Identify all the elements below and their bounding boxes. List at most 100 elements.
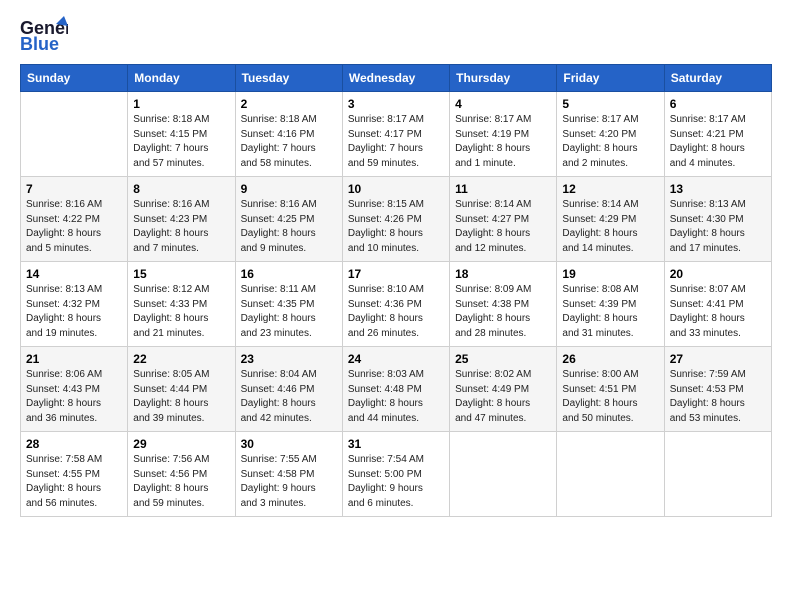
calendar-day-header: Wednesday [342,65,449,92]
day-info: Sunrise: 8:14 AM Sunset: 4:29 PM Dayligh… [562,198,658,256]
calendar-day-cell: 13Sunrise: 8:13 AM Sunset: 4:30 PM Dayli… [664,177,771,262]
calendar-week-row: 21Sunrise: 8:06 AM Sunset: 4:43 PM Dayli… [21,347,772,432]
day-number: 16 [241,267,337,281]
day-info: Sunrise: 8:12 AM Sunset: 4:33 PM Dayligh… [133,283,229,341]
day-number: 26 [562,352,658,366]
calendar-day-cell: 2 Sunrise: 8:18 AM Sunset: 4:16 PM Daylig… [235,92,342,177]
calendar-day-cell: 16Sunrise: 8:11 AM Sunset: 4:35 PM Dayli… [235,262,342,347]
day-number: 2 [241,97,337,111]
day-number: 14 [26,267,122,281]
day-info: Sunrise: 8:00 AM Sunset: 4:51 PM Dayligh… [562,368,658,426]
calendar-day-cell: 30Sunrise: 7:55 AM Sunset: 4:58 PM Dayli… [235,432,342,517]
day-info: Sunrise: 8:04 AM Sunset: 4:46 PM Dayligh… [241,368,337,426]
day-number: 17 [348,267,444,281]
calendar-header-row: SundayMondayTuesdayWednesdayThursdayFrid… [21,65,772,92]
calendar-day-cell: 22 Sunrise: 8:05 AM Sunset: 4:44 PM Dayli… [128,347,235,432]
calendar-day-cell: 31Sunrise: 7:54 AM Sunset: 5:00 PM Dayli… [342,432,449,517]
calendar-day-header: Friday [557,65,664,92]
calendar-day-cell: 18Sunrise: 8:09 AM Sunset: 4:38 PM Dayli… [450,262,557,347]
calendar-day-cell: 1 Sunrise: 8:18 AM Sunset: 4:15 PM Daylig… [128,92,235,177]
day-info: Sunrise: 8:16 AM Sunset: 4:25 PM Dayligh… [241,198,337,256]
calendar-week-row: 14 Sunrise: 8:13 AM Sunset: 4:32 PM Dayli… [21,262,772,347]
day-number: 11 [455,182,551,196]
day-number: 6 [670,97,766,111]
calendar-day-cell: 29Sunrise: 7:56 AM Sunset: 4:56 PM Dayli… [128,432,235,517]
calendar-day-header: Saturday [664,65,771,92]
calendar-table: SundayMondayTuesdayWednesdayThursdayFrid… [20,64,772,517]
calendar-day-cell: 4Sunrise: 8:17 AM Sunset: 4:19 PM Daylig… [450,92,557,177]
calendar-day-cell: 14 Sunrise: 8:13 AM Sunset: 4:32 PM Dayli… [21,262,128,347]
calendar-day-header: Tuesday [235,65,342,92]
day-number: 15 [133,267,229,281]
calendar-day-cell [664,432,771,517]
calendar-day-cell: 5Sunrise: 8:17 AM Sunset: 4:20 PM Daylig… [557,92,664,177]
calendar-day-cell: 23 Sunrise: 8:04 AM Sunset: 4:46 PM Dayli… [235,347,342,432]
calendar-day-cell [21,92,128,177]
day-info: Sunrise: 8:17 AM Sunset: 4:17 PM Dayligh… [348,113,444,171]
calendar-day-header: Thursday [450,65,557,92]
day-number: 24 [348,352,444,366]
day-info: Sunrise: 8:02 AM Sunset: 4:49 PM Dayligh… [455,368,551,426]
calendar-day-cell: 24 Sunrise: 8:03 AM Sunset: 4:48 PM Dayli… [342,347,449,432]
day-info: Sunrise: 8:05 AM Sunset: 4:44 PM Dayligh… [133,368,229,426]
calendar-day-cell: 12 Sunrise: 8:14 AM Sunset: 4:29 PM Dayli… [557,177,664,262]
day-number: 19 [562,267,658,281]
calendar-day-cell [450,432,557,517]
day-number: 10 [348,182,444,196]
calendar-day-header: Monday [128,65,235,92]
day-info: Sunrise: 8:17 AM Sunset: 4:21 PM Dayligh… [670,113,766,171]
calendar-day-cell: 25 Sunrise: 8:02 AM Sunset: 4:49 PM Dayli… [450,347,557,432]
day-number: 7 [26,182,122,196]
calendar-day-cell: 11 Sunrise: 8:14 AM Sunset: 4:27 PM Dayli… [450,177,557,262]
calendar-day-cell: 3 Sunrise: 8:17 AM Sunset: 4:17 PM Daylig… [342,92,449,177]
svg-text:Blue: Blue [20,34,59,54]
day-number: 18 [455,267,551,281]
day-info: Sunrise: 8:16 AM Sunset: 4:23 PM Dayligh… [133,198,229,256]
calendar-day-cell: 9 Sunrise: 8:16 AM Sunset: 4:25 PM Daylig… [235,177,342,262]
day-info: Sunrise: 7:59 AM Sunset: 4:53 PM Dayligh… [670,368,766,426]
day-info: Sunrise: 7:54 AM Sunset: 5:00 PM Dayligh… [348,453,444,511]
day-number: 27 [670,352,766,366]
day-number: 3 [348,97,444,111]
calendar-day-cell: 21Sunrise: 8:06 AM Sunset: 4:43 PM Dayli… [21,347,128,432]
day-info: Sunrise: 8:10 AM Sunset: 4:36 PM Dayligh… [348,283,444,341]
day-number: 23 [241,352,337,366]
calendar-day-cell: 7 Sunrise: 8:16 AM Sunset: 4:22 PM Daylig… [21,177,128,262]
calendar-day-cell: 27 Sunrise: 7:59 AM Sunset: 4:53 PM Dayli… [664,347,771,432]
logo-icon: General Blue [20,16,68,54]
day-info: Sunrise: 8:18 AM Sunset: 4:16 PM Dayligh… [241,113,337,171]
day-number: 25 [455,352,551,366]
calendar-week-row: 7 Sunrise: 8:16 AM Sunset: 4:22 PM Daylig… [21,177,772,262]
calendar-day-cell: 17 Sunrise: 8:10 AM Sunset: 4:36 PM Dayli… [342,262,449,347]
calendar-day-cell: 10Sunrise: 8:15 AM Sunset: 4:26 PM Dayli… [342,177,449,262]
calendar-week-row: 1 Sunrise: 8:18 AM Sunset: 4:15 PM Daylig… [21,92,772,177]
calendar-day-cell: 26 Sunrise: 8:00 AM Sunset: 4:51 PM Dayli… [557,347,664,432]
day-number: 8 [133,182,229,196]
logo: General Blue [20,16,68,54]
day-info: Sunrise: 7:55 AM Sunset: 4:58 PM Dayligh… [241,453,337,511]
day-number: 13 [670,182,766,196]
day-info: Sunrise: 7:56 AM Sunset: 4:56 PM Dayligh… [133,453,229,511]
day-info: Sunrise: 8:07 AM Sunset: 4:41 PM Dayligh… [670,283,766,341]
day-info: Sunrise: 8:08 AM Sunset: 4:39 PM Dayligh… [562,283,658,341]
calendar-day-cell: 6 Sunrise: 8:17 AM Sunset: 4:21 PM Daylig… [664,92,771,177]
day-info: Sunrise: 8:03 AM Sunset: 4:48 PM Dayligh… [348,368,444,426]
day-number: 22 [133,352,229,366]
day-info: Sunrise: 8:13 AM Sunset: 4:32 PM Dayligh… [26,283,122,341]
calendar-day-cell: 15 Sunrise: 8:12 AM Sunset: 4:33 PM Dayli… [128,262,235,347]
day-info: Sunrise: 8:14 AM Sunset: 4:27 PM Dayligh… [455,198,551,256]
day-number: 12 [562,182,658,196]
day-number: 21 [26,352,122,366]
calendar-day-cell: 8 Sunrise: 8:16 AM Sunset: 4:23 PM Daylig… [128,177,235,262]
calendar-week-row: 28Sunrise: 7:58 AM Sunset: 4:55 PM Dayli… [21,432,772,517]
day-info: Sunrise: 8:16 AM Sunset: 4:22 PM Dayligh… [26,198,122,256]
calendar-day-cell: 20 Sunrise: 8:07 AM Sunset: 4:41 PM Dayli… [664,262,771,347]
day-number: 1 [133,97,229,111]
day-number: 20 [670,267,766,281]
day-info: Sunrise: 8:18 AM Sunset: 4:15 PM Dayligh… [133,113,229,171]
calendar-day-header: Sunday [21,65,128,92]
day-number: 28 [26,437,122,451]
page-header: General Blue [20,16,772,54]
day-info: Sunrise: 8:17 AM Sunset: 4:20 PM Dayligh… [562,113,658,171]
day-number: 9 [241,182,337,196]
